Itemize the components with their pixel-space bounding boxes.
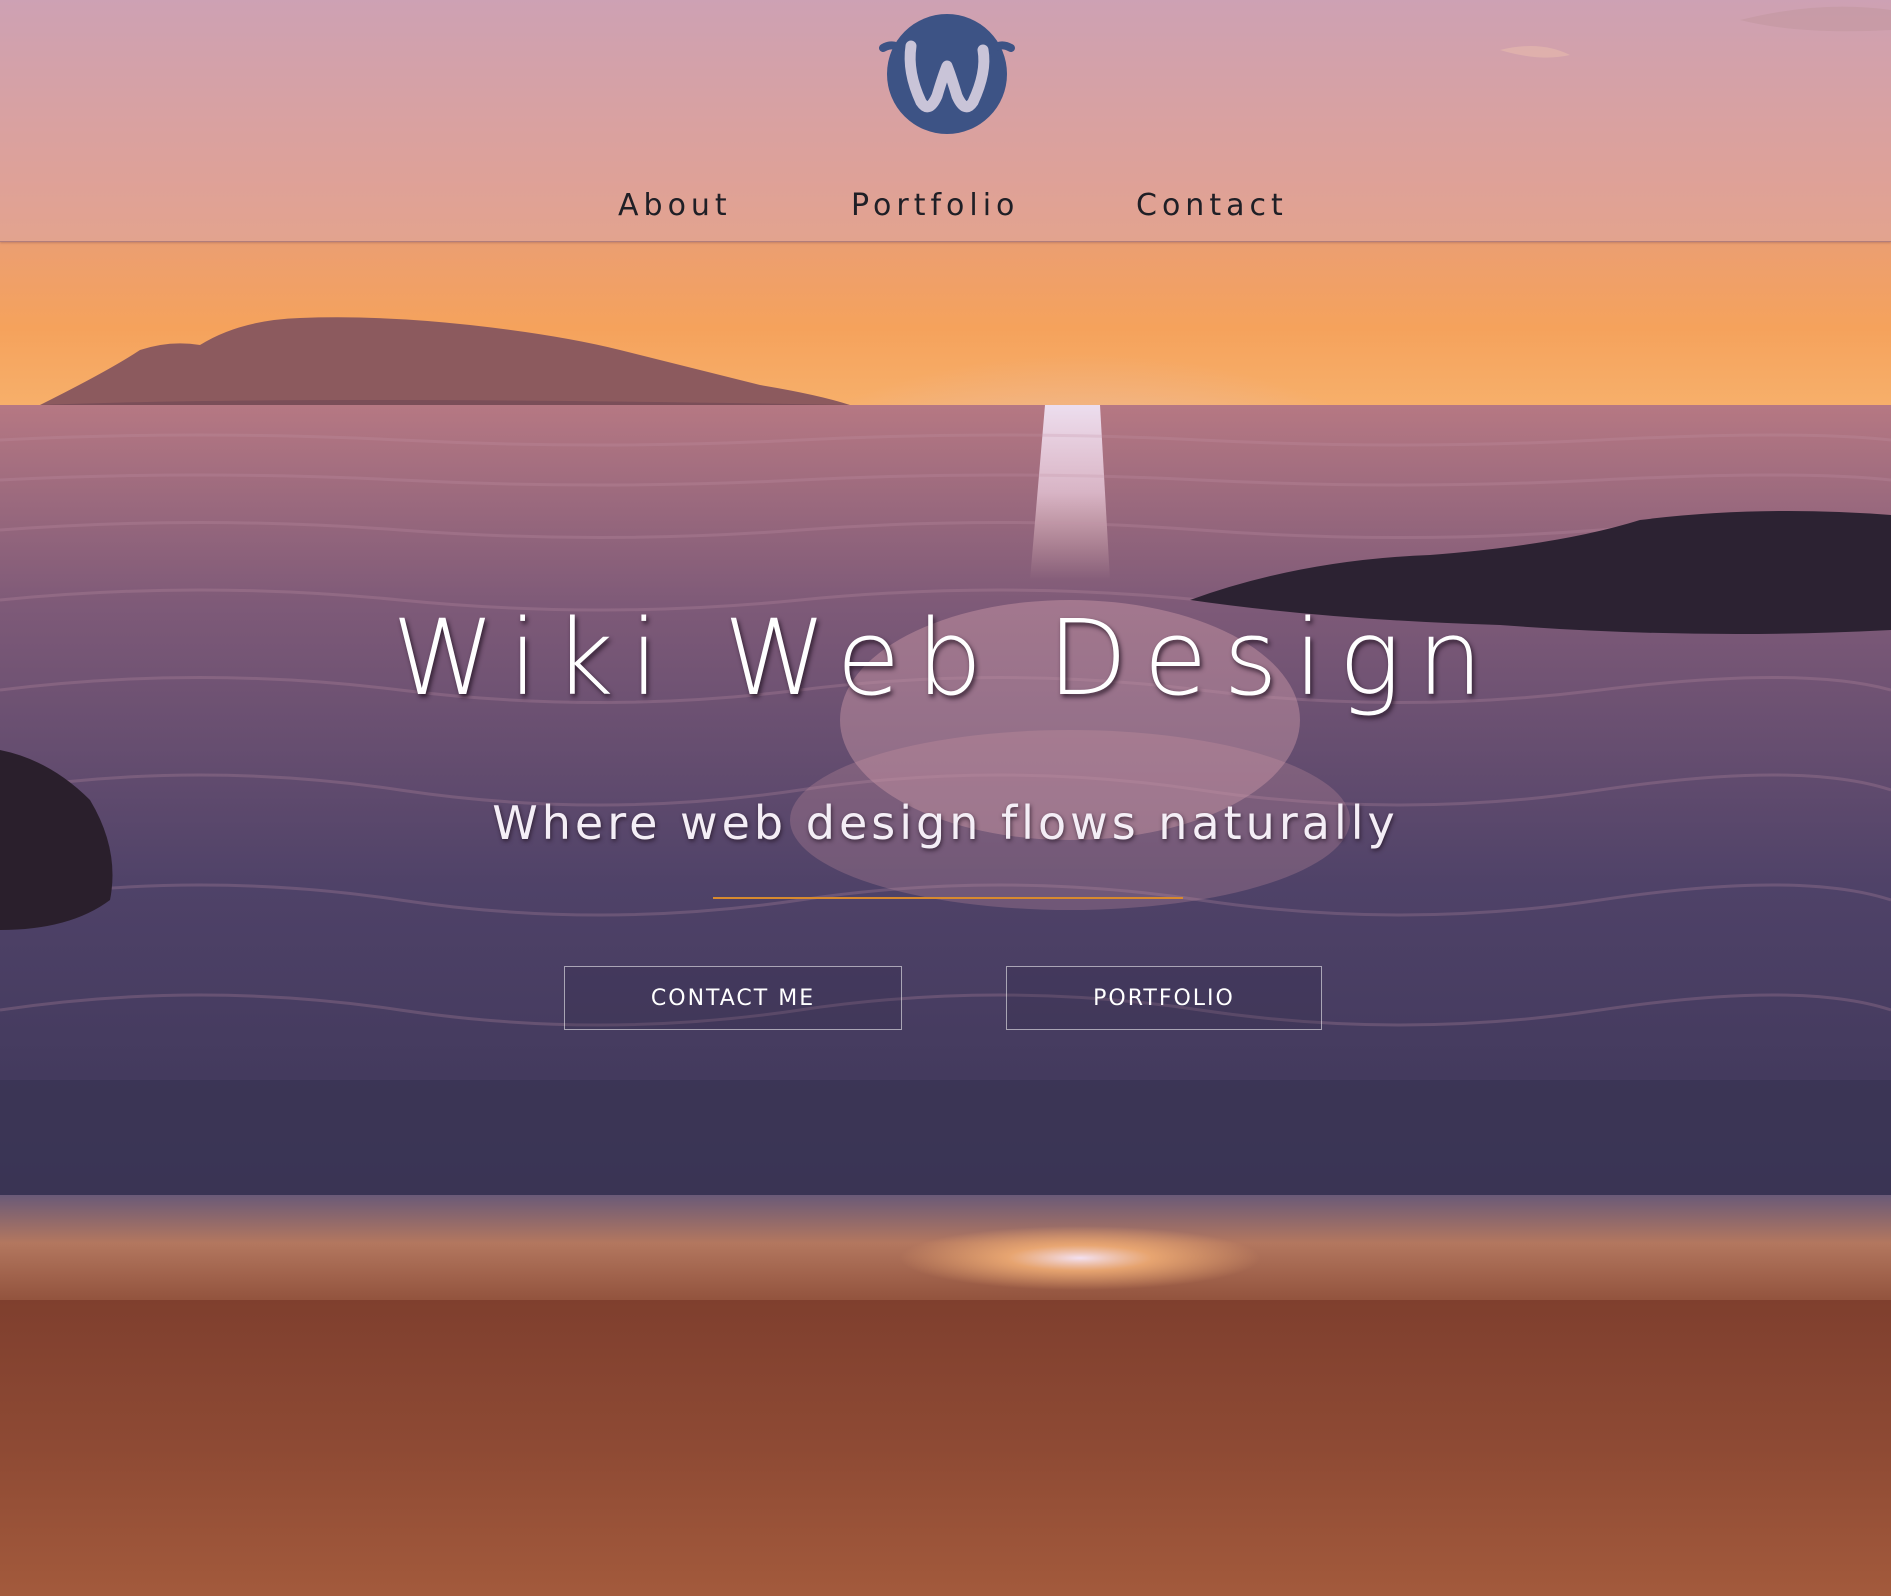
logo-icon[interactable] <box>877 10 1017 138</box>
main-nav: About Portfolio Contact <box>0 180 1891 236</box>
nav-link-portfolio[interactable]: Portfolio <box>851 188 1019 223</box>
hero-title: Wiki Web Design <box>392 597 1499 719</box>
hero-subtitle: Where web design flows naturally <box>492 796 1399 850</box>
nav-link-contact[interactable]: Contact <box>1136 188 1288 223</box>
site-header: About Portfolio Contact <box>0 0 1891 242</box>
portfolio-button[interactable]: PORTFOLIO <box>1006 966 1322 1030</box>
contact-me-button[interactable]: CONTACT ME <box>564 966 902 1030</box>
hero-divider <box>713 897 1183 899</box>
page: About Portfolio Contact Wiki Web Design … <box>0 0 1891 1596</box>
nav-link-about[interactable]: About <box>618 188 732 223</box>
